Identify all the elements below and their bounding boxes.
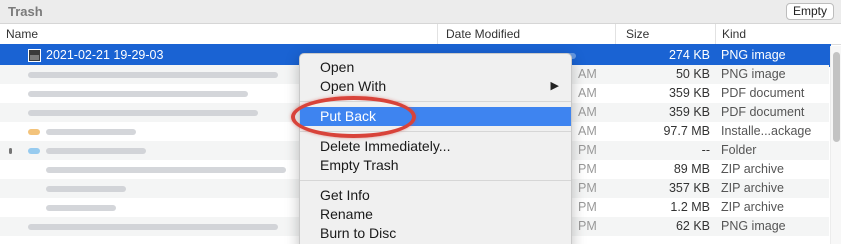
menu-item-open-with[interactable]: Open With ▶ (300, 77, 571, 96)
file-kind: PNG image (721, 219, 786, 233)
blurred-file-name (46, 186, 126, 192)
window-titlebar: Trash Empty (0, 0, 841, 24)
menu-item-get-info[interactable]: Get Info (300, 186, 571, 205)
menu-item-rename[interactable]: Rename (300, 205, 571, 224)
menu-item-open[interactable]: Open (300, 58, 571, 77)
blurred-file-name (46, 205, 116, 211)
file-kind: PNG image (721, 48, 786, 62)
file-size: 357 KB (668, 181, 710, 195)
file-size: 359 KB (668, 86, 710, 100)
column-date-modified[interactable]: Date Modified (437, 24, 615, 45)
window-title: Trash (8, 4, 43, 19)
menu-item-burn-to-disc[interactable]: Burn to Disc (300, 224, 571, 243)
column-name[interactable]: Name (0, 24, 437, 45)
file-size: 274 KB (668, 48, 710, 62)
file-kind: ZIP archive (721, 162, 784, 176)
file-kind: PDF document (721, 86, 805, 100)
context-menu: Open Open With ▶ Put Back Delete Immedia… (299, 53, 572, 244)
folder-icon (28, 148, 40, 154)
menu-item-delete-immediately[interactable]: Delete Immediately... (300, 137, 571, 156)
file-size: 1.2 MB (670, 200, 710, 214)
file-kind: ZIP archive (721, 200, 784, 214)
blurred-file-name (28, 224, 278, 230)
blurred-file-name (46, 167, 286, 173)
empty-trash-button[interactable]: Empty (785, 3, 834, 20)
file-kind: PDF document (721, 105, 805, 119)
image-file-icon (28, 49, 41, 62)
blurred-file-name (28, 91, 248, 97)
column-header: Name Date Modified Size Kind (0, 24, 841, 45)
blurred-file-name (46, 129, 136, 135)
vertical-scrollbar[interactable] (830, 46, 841, 244)
scrollbar-thumb[interactable] (833, 52, 840, 142)
blurred-file-name (28, 110, 258, 116)
file-size: -- (701, 143, 710, 157)
file-size: 62 KB (675, 219, 710, 233)
package-icon (28, 129, 40, 135)
menu-separator (300, 131, 571, 132)
menu-item-open-with-label: Open With (320, 78, 387, 94)
menu-separator (300, 180, 571, 181)
disclosure-triangle-icon[interactable] (9, 148, 12, 154)
file-kind: Installe...ackage (721, 124, 812, 138)
file-size: 97.7 MB (663, 124, 710, 138)
blurred-file-name (28, 72, 278, 78)
menu-separator (300, 101, 571, 102)
blurred-file-name (46, 148, 146, 154)
file-kind: PNG image (721, 67, 786, 81)
column-kind[interactable]: Kind (715, 24, 827, 45)
file-kind: ZIP archive (721, 181, 784, 195)
submenu-arrow-icon: ▶ (550, 80, 559, 92)
file-size: 50 KB (675, 67, 710, 81)
column-size[interactable]: Size (615, 24, 715, 45)
file-kind: Folder (721, 143, 757, 157)
menu-item-put-back[interactable]: Put Back (300, 107, 571, 126)
file-name: 2021-02-21 19-29-03 (46, 48, 164, 62)
file-size: 89 MB (673, 162, 710, 176)
file-size: 359 KB (668, 105, 710, 119)
menu-item-empty-trash[interactable]: Empty Trash (300, 156, 571, 175)
